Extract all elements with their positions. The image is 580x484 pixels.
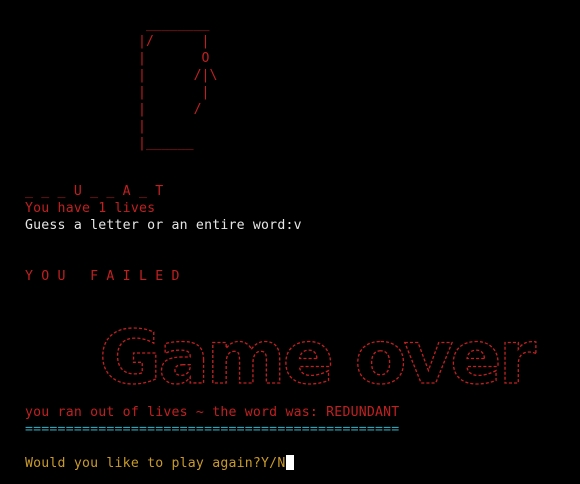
divider-line: ========================================… — [25, 422, 400, 437]
play-again-line[interactable]: Would you like to play again?Y/N — [25, 455, 295, 472]
ran-out-message: you ran out of lives ~ the word was: RED… — [25, 405, 400, 420]
play-again-prompt: Would you like to play again?Y/N — [25, 456, 286, 471]
game-over-art-lettering: Game over — [99, 315, 537, 391]
terminal-window: ________ |/ | | O | /|\ | | | / | |_____… — [0, 0, 580, 484]
text-cursor[interactable] — [286, 455, 295, 470]
fail-banner: Y O U F A I L E D — [25, 269, 180, 284]
guess-prompt: Guess a letter or an entire word:v — [25, 218, 302, 233]
lives-message: You have 1 lives — [25, 201, 156, 216]
game-over-ascii-art: Game over — [95, 309, 540, 401]
game-over-art-svg: Game over — [98, 314, 540, 401]
word-progress: _ _ _ U _ _ A _ T — [25, 184, 164, 199]
hangman-gallows-art: ________ |/ | | O | /|\ | | | / | |_____… — [138, 17, 218, 151]
